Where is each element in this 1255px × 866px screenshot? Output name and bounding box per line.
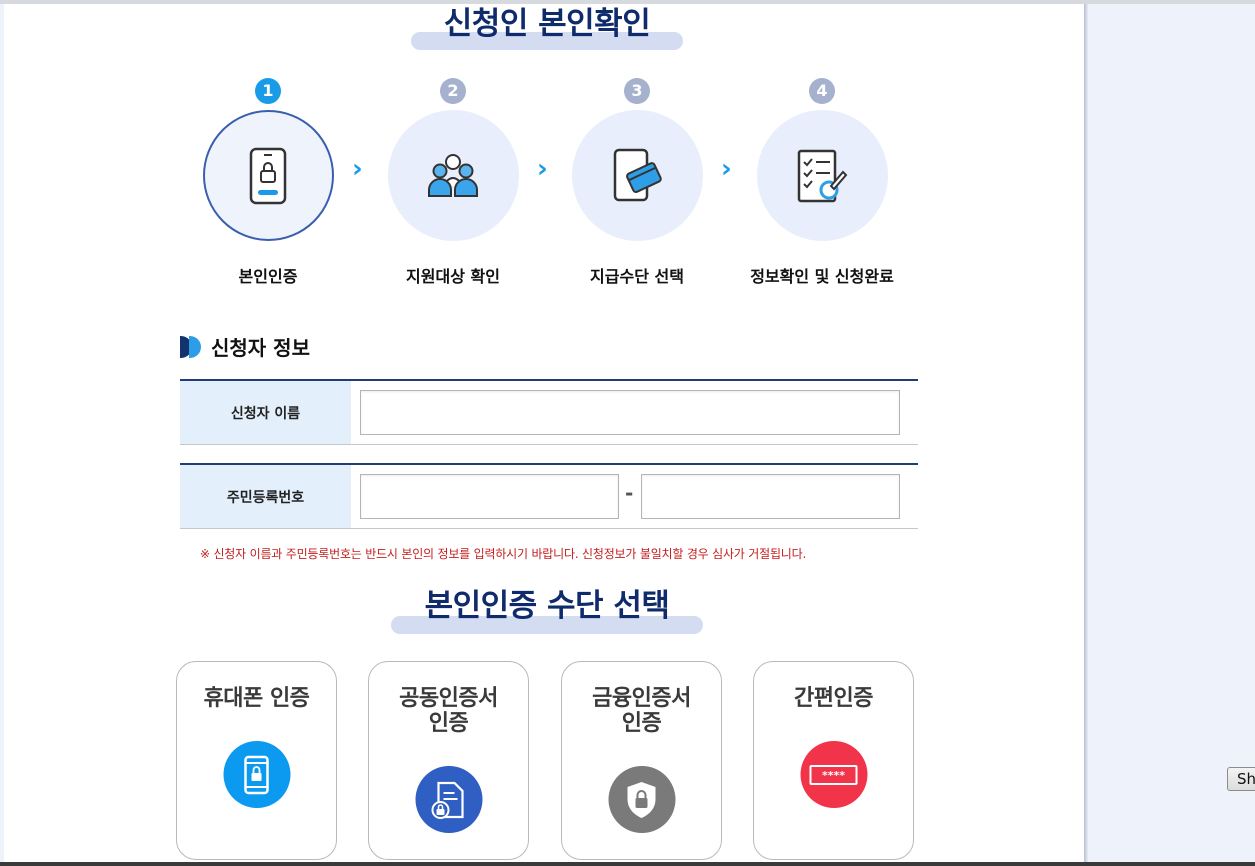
applicant-name-row: 신청자 이름 (180, 379, 918, 445)
auth-method-title-text: 본인인증 수단 선택 (424, 588, 670, 624)
applicant-name-label: 신청자 이름 (180, 381, 351, 444)
step-circle (387, 110, 519, 241)
applicant-name-input[interactable] (360, 390, 900, 435)
applicant-info-heading-text: 신청자 정보 (211, 336, 310, 360)
step-label: 지원대상 확인 (406, 267, 500, 286)
step-circle (571, 110, 703, 241)
main-content-panel: 신청인 본인확인 1 본인인증 › 2 지원대상 확인 › 3 지급수단 선택 … (4, 4, 1084, 862)
auth-card-title: 휴대폰 인증 (203, 686, 310, 711)
people-group-icon (428, 153, 478, 197)
step-4-confirm-complete: 4 정보확인 및 신청완료 (732, 78, 912, 287)
step-label: 지급수단 선택 (590, 267, 684, 286)
step-number: 1 (255, 78, 281, 104)
step-1-identity-auth: 1 본인인증 (178, 78, 358, 287)
rrn-back-input[interactable] (641, 474, 900, 519)
auth-card-title: 간편인증 (794, 686, 873, 711)
applicant-info-heading: 신청자 정보 (180, 332, 310, 361)
step-circle (756, 110, 888, 241)
bottom-border (0, 862, 1255, 866)
identity-check-title-text: 신청인 본인확인 (443, 6, 651, 42)
auth-card-title: 공동인증서 인증 (399, 686, 498, 736)
step-label: 정보확인 및 신청완료 (750, 267, 894, 286)
svg-text:****: **** (822, 769, 845, 782)
rrn-front-input[interactable] (360, 474, 619, 519)
step-3-payment-method: 3 지급수단 선택 (547, 78, 727, 287)
auth-card-simple-auth[interactable]: 간편인증 **** (753, 661, 914, 860)
mobile-phone-icon (223, 741, 290, 808)
step-number: 3 (624, 78, 650, 104)
step-number: 2 (440, 78, 466, 104)
checklist-icon (797, 149, 848, 202)
auth-card-title: 금융인증서 인증 (592, 686, 691, 736)
chevron-right-icon: › (721, 154, 732, 184)
auth-card-financial-certificate[interactable]: 금융인증서 인증 (561, 661, 722, 860)
card-payment-icon (613, 148, 662, 201)
chevron-right-icon: › (352, 154, 363, 184)
certificate-document-icon (415, 766, 482, 833)
auth-card-mobile[interactable]: 휴대폰 인증 (176, 661, 337, 860)
auth-card-joint-certificate[interactable]: 공동인증서 인증 (368, 661, 529, 860)
panel-shadow (1084, 4, 1088, 862)
rrn-separator: - (625, 481, 634, 505)
rrn-row: 주민등록번호 - (180, 463, 918, 529)
shield-lock-icon (608, 766, 675, 833)
side-button[interactable]: Sh (1227, 767, 1255, 791)
input-notice: ※ 신청자 이름과 주민등록번호는 반드시 본인의 정보를 입력하시기 바랍니다… (200, 547, 807, 561)
identity-check-title: 신청인 본인확인 (411, 4, 683, 50)
auth-method-title: 본인인증 수단 선택 (391, 582, 703, 634)
step-label: 본인인증 (238, 267, 298, 286)
heading-bullet-icon (180, 335, 202, 358)
step-circle (202, 110, 334, 241)
step-number: 4 (809, 78, 835, 104)
step-2-eligibility: 2 지원대상 확인 (363, 78, 543, 287)
phone-lock-icon (249, 147, 287, 204)
rrn-label: 주민등록번호 (180, 465, 351, 528)
password-asterisk-icon: **** (800, 741, 867, 808)
